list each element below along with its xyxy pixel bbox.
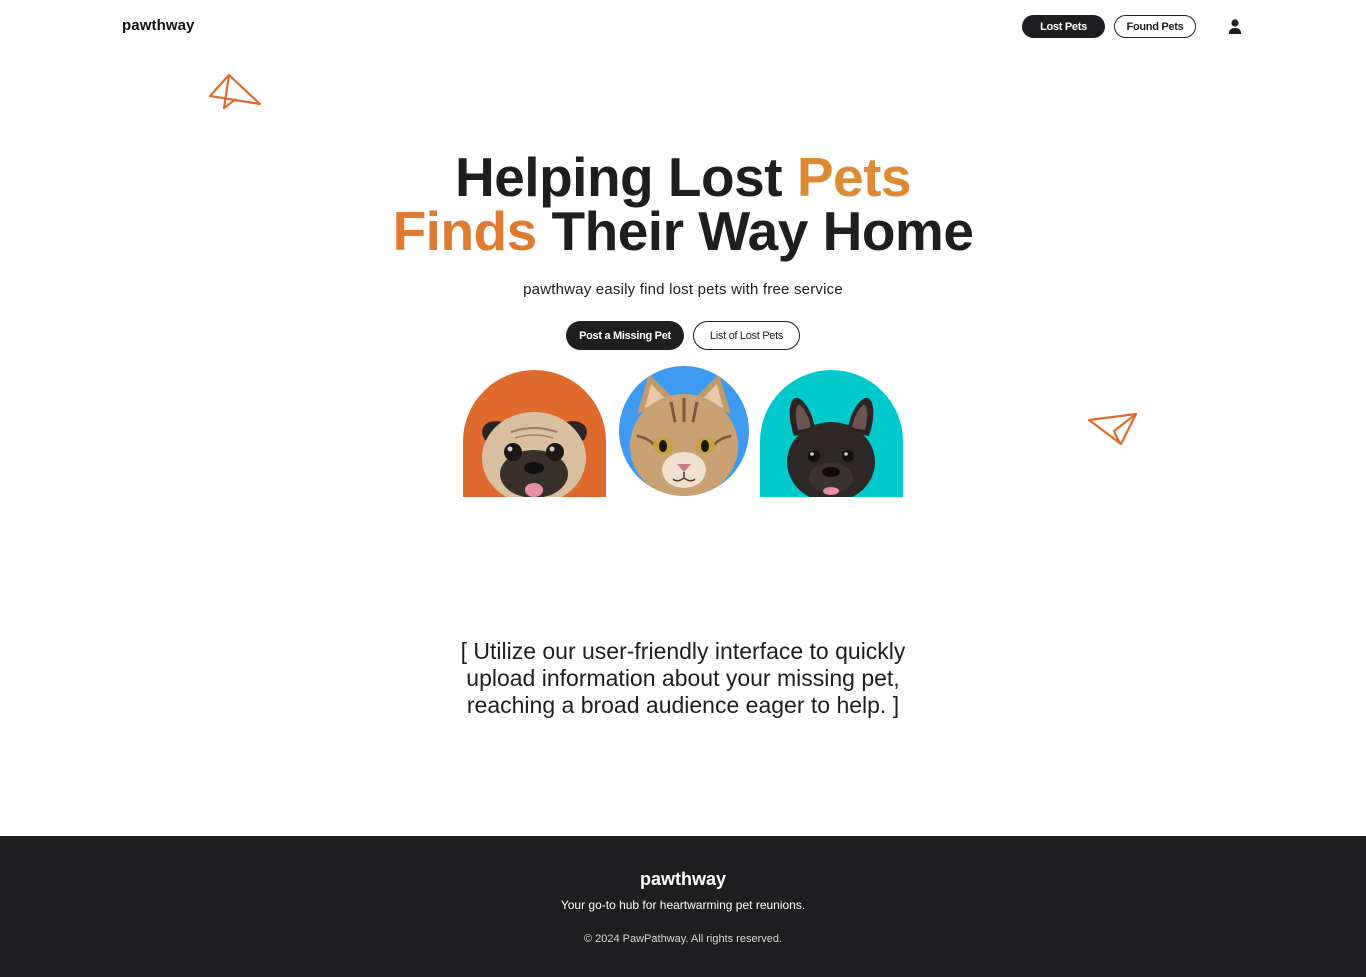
nav-lost-pets-button[interactable]: Lost Pets	[1022, 15, 1105, 38]
paper-plane-icon	[207, 72, 263, 114]
pug-image	[463, 370, 606, 497]
hero-title-line-2: Finds Their Way Home	[0, 204, 1366, 259]
paper-plane-icon	[1086, 410, 1140, 448]
hero-title-accent: Pets	[796, 146, 912, 208]
site-header: pawthway Lost Pets Found Pets	[0, 0, 1366, 54]
cat-image	[619, 366, 749, 496]
french-bulldog-image	[760, 370, 903, 497]
footer-copyright: © 2024 PawPathway. All rights reserved.	[583, 933, 783, 945]
hero-title-text: Their Way Home	[536, 200, 974, 262]
hero-title-line-1: Helping Lost Pets	[0, 150, 1366, 205]
hero-subtitle: pawthway easily find lost pets with free…	[523, 281, 843, 298]
hero-title-accent: Finds	[392, 200, 538, 262]
nav-found-pets-button[interactable]: Found Pets	[1114, 15, 1196, 38]
hero-title: Helping Lost Pets Finds Their Way Home	[0, 150, 1366, 259]
site-footer: pawthway Your go-to hub for heartwarming…	[0, 836, 1366, 977]
user-icon[interactable]	[1226, 18, 1244, 36]
feature-description: [ Utilize our user-friendly interface to…	[460, 638, 906, 718]
list-lost-pets-button[interactable]: List of Lost Pets	[693, 321, 800, 350]
footer-logo: pawthway	[639, 869, 727, 889]
footer-tagline: Your go-to hub for heartwarming pet reun…	[560, 898, 806, 912]
post-missing-pet-button[interactable]: Post a Missing Pet	[566, 321, 684, 350]
hero-title-text: Helping Lost	[454, 146, 797, 208]
site-logo[interactable]: pawthway	[122, 17, 194, 34]
